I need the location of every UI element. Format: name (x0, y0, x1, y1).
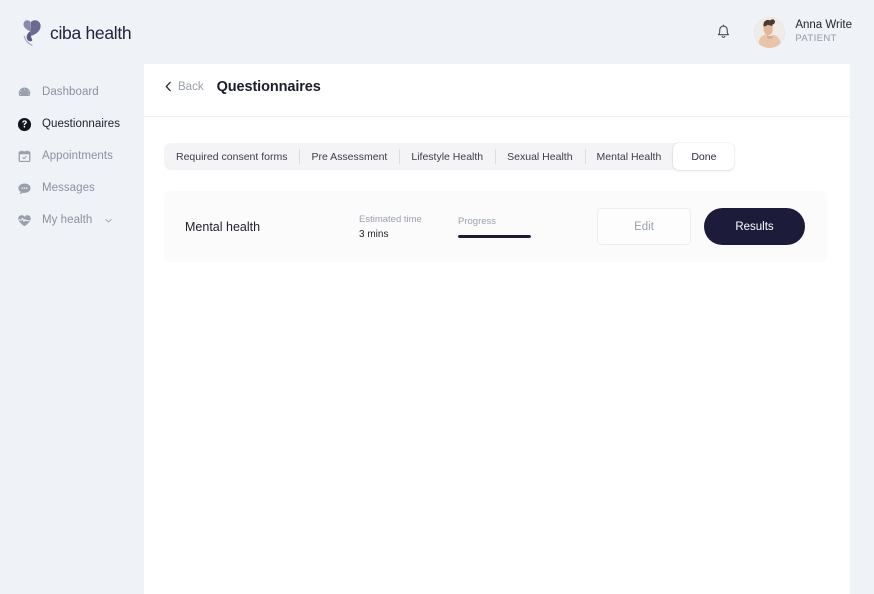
chevron-left-icon (164, 81, 173, 92)
back-button[interactable]: Back (164, 81, 204, 93)
questionnaire-card: Mental health Estimated time 3 mins Prog… (164, 191, 827, 262)
tabbar-wrapper: Required consent forms Pre Assessment Li… (144, 117, 850, 170)
heart-pulse-icon (17, 213, 32, 228)
sidebar-item-questionnaires[interactable]: Questionnaires (0, 108, 144, 140)
brand-name: ciba health (50, 22, 132, 43)
notification-bell-icon[interactable] (710, 19, 736, 45)
card-actions: Edit Results (597, 208, 805, 245)
sidebar-item-messages[interactable]: Messages (0, 172, 144, 204)
tab-label: Mental Health (596, 150, 662, 163)
progress-label: Progress (458, 215, 497, 227)
estimated-time-label: Estimated time (359, 213, 422, 225)
main-panel: Back Questionnaires Required consent for… (144, 57, 850, 594)
results-button[interactable]: Results (704, 208, 805, 245)
tab-required-consent-forms[interactable]: Required consent forms (164, 143, 299, 170)
edit-button[interactable]: Edit (597, 208, 691, 245)
sidebar-nav: Dashboard Questionnaires Appointments Me… (0, 76, 144, 236)
sidebar-item-label: Dashboard (42, 86, 99, 98)
sidebar-item-label: Appointments (42, 150, 113, 162)
avatar (754, 16, 786, 48)
sidebar-item-appointments[interactable]: Appointments (0, 140, 144, 172)
user-info: Anna Write PATIENT (795, 19, 852, 44)
tab-label: Done (691, 150, 717, 163)
questionnaire-title: Mental health (185, 219, 261, 234)
tab-pre-assessment[interactable]: Pre Assessment (299, 143, 399, 170)
panel-header: Back Questionnaires (144, 57, 850, 117)
page-title: Questionnaires (216, 78, 321, 95)
progress-block: Progress (458, 216, 584, 238)
tab-sexual-health[interactable]: Sexual Health (495, 143, 584, 170)
tab-label: Pre Assessment (311, 150, 388, 163)
tab-lifestyle-health[interactable]: Lifestyle Health (399, 143, 495, 170)
user-name: Anna Write (795, 19, 852, 32)
estimated-time-value: 3 mins (359, 228, 389, 240)
calendar-icon (17, 149, 32, 164)
progress-bar (458, 234, 531, 238)
chevron-down-icon[interactable] (104, 216, 113, 225)
dashboard-icon (17, 85, 32, 100)
topbar: Anna Write PATIENT (144, 0, 874, 64)
estimated-time-block: Estimated time 3 mins (359, 214, 458, 240)
sidebar-item-label: Messages (42, 182, 95, 194)
question-mark-icon (17, 117, 32, 132)
tab-label: Required consent forms (176, 150, 288, 163)
sidebar: ciba health Dashboard Questionnaires App… (0, 0, 144, 594)
sidebar-item-label: My health (42, 214, 93, 226)
app-root: ciba health Dashboard Questionnaires App… (0, 0, 874, 594)
questionnaire-tabs: Required consent forms Pre Assessment Li… (164, 143, 735, 170)
sidebar-item-dashboard[interactable]: Dashboard (0, 76, 144, 108)
back-label: Back (178, 80, 204, 93)
user-role: PATIENT (795, 33, 837, 45)
butterfly-icon (17, 19, 43, 47)
user-menu[interactable]: Anna Write PATIENT (754, 16, 852, 48)
progress-bar-fill (458, 234, 531, 238)
tab-done[interactable]: Done (673, 143, 735, 170)
chat-bubble-icon (17, 181, 32, 196)
sidebar-item-my-health[interactable]: My health (0, 204, 144, 236)
tab-mental-health[interactable]: Mental Health (584, 143, 674, 170)
sidebar-item-label: Questionnaires (42, 118, 121, 130)
tab-label: Lifestyle Health (411, 150, 484, 163)
brand-logo-block[interactable]: ciba health (0, 0, 144, 52)
tab-label: Sexual Health (507, 150, 573, 163)
